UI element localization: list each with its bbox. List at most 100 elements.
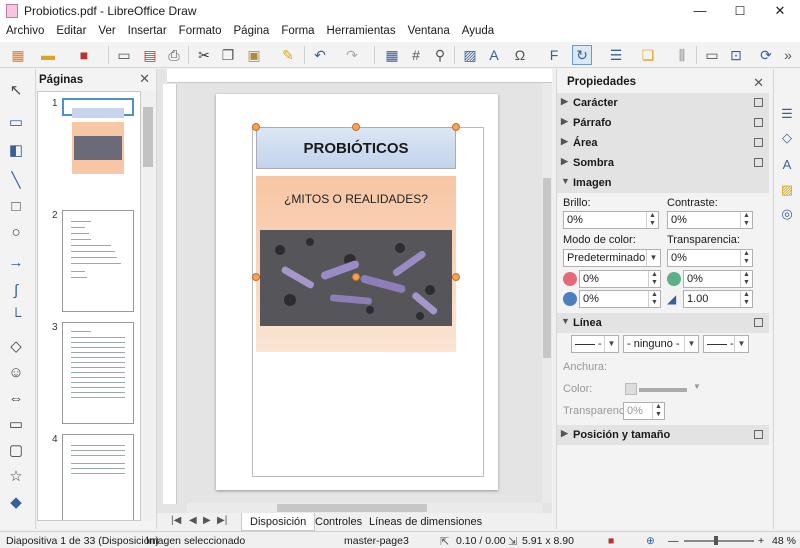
clone-formatting-icon[interactable]: ✎ [278,45,298,65]
styles-icon[interactable]: A [778,155,796,173]
pages-scrollbar[interactable] [141,91,155,521]
cut-icon[interactable]: ✂ [194,45,214,65]
insert-textbox-icon[interactable]: A [484,45,504,65]
redo-icon[interactable]: ↷ [342,45,362,65]
paste-icon[interactable]: ▣ [244,45,264,65]
export-pdf-icon[interactable]: ▤ [140,45,160,65]
crop-icon[interactable]: ⊡ [726,45,746,65]
3d-objects-icon[interactable]: ◆ [5,491,27,513]
horizontal-scrollbar[interactable] [187,503,542,513]
insert-image-icon[interactable]: ▨ [460,45,480,65]
horizontal-ruler[interactable] [167,69,552,83]
contraste-field[interactable]: 0% ▲ ▼ [667,211,753,229]
close-icon[interactable]: ✕ [139,71,150,87]
undo-icon[interactable]: ↶ [310,45,330,65]
shapes-icon[interactable]: ◇ [778,129,796,147]
rectangle-icon[interactable]: □ [5,195,27,217]
maximize-button[interactable]: ☐ [720,0,760,22]
more-tools-icon[interactable]: » [778,45,798,65]
ellipse-icon[interactable]: ○ [5,221,27,243]
menu-ver[interactable]: Ver [92,22,121,37]
new-icon[interactable]: ▦ [8,45,28,65]
section-sombra[interactable]: ▶ Sombra [557,153,769,173]
line-start-style-select[interactable]: - ▼ [571,335,619,353]
stars-icon[interactable]: ☆ [5,465,27,487]
align-icon[interactable]: ☰ [606,45,626,65]
selection-handle[interactable] [252,273,260,281]
tab-disposicion[interactable]: Disposición [241,513,316,531]
select-icon[interactable]: ↖ [5,79,27,101]
properties-icon[interactable]: ☰ [778,105,796,123]
page-thumbnail-2[interactable] [62,210,134,312]
menu-ventana[interactable]: Ventana [402,22,456,37]
distribute-icon[interactable]: ⫼ [672,45,692,65]
save-icon[interactable]: ■ [74,45,94,65]
line-end-style-select[interactable]: - ▼ [703,335,749,353]
zoom-level[interactable]: 48 % [772,535,796,547]
prev-tab-icon[interactable]: ◀ [189,515,197,526]
line-color-icon[interactable]: ▭ [5,111,27,133]
connector-icon[interactable]: └ [5,305,27,327]
section-caracter[interactable]: ▶ Carácter [557,93,769,113]
document-subtitle[interactable]: ¿MITOS O REALIDADES? [256,192,456,206]
selection-handle[interactable] [452,123,460,131]
zoom-icon[interactable]: ⚲ [430,45,450,65]
transformations-icon[interactable]: ↻ [572,45,592,65]
menu-editar[interactable]: Editar [50,22,92,37]
fit-page-icon[interactable]: ⊕ [646,535,655,547]
last-tab-icon[interactable]: ▶| [217,515,227,526]
tab-lineas-dimensiones[interactable]: Líneas de dimensiones [361,513,490,531]
menu-insertar[interactable]: Insertar [122,22,173,37]
modo-color-select[interactable]: Predeterminado ▼ [563,249,661,267]
open-icon[interactable]: ▬ [38,45,58,65]
zoom-slider[interactable] [684,540,754,542]
page-thumbnail-4[interactable] [62,434,134,520]
export-icon[interactable]: ▭ [114,45,134,65]
selection-handle[interactable] [452,273,460,281]
grid-icon[interactable]: ▦ [382,45,402,65]
zoom-in-icon[interactable]: + [758,535,764,547]
shadow-icon[interactable]: ▭ [702,45,722,65]
copy-icon[interactable]: ❐ [218,45,238,65]
selection-handle[interactable] [352,273,360,281]
flowchart-icon[interactable]: ▭ [5,413,27,435]
fill-color-icon[interactable]: ◧ [5,139,27,161]
curve-icon[interactable]: ∫ [5,279,27,301]
arrange-icon[interactable]: ❏ [638,45,658,65]
line-icon[interactable]: ╲ [5,169,27,191]
menu-herramientas[interactable]: Herramientas [321,22,402,37]
section-parrafo[interactable]: ▶ Párrafo [557,113,769,133]
document-page[interactable]: PROBIÓTICOS ¿MITOS O REALIDADES? [216,94,498,490]
vertical-scrollbar[interactable] [542,83,552,503]
special-character-icon[interactable]: Ω [510,45,530,65]
section-imagen[interactable]: ▼ Imagen [557,173,769,193]
section-area[interactable]: ▶ Área [557,133,769,153]
transparencia-field[interactable]: 0% ▲ ▼ [667,249,753,267]
blue-field[interactable]: 0% ▲ ▼ [579,290,661,308]
menu-archivo[interactable]: Archivo [0,22,50,37]
selection-handle[interactable] [352,123,360,131]
vertical-ruler[interactable] [163,84,177,504]
first-tab-icon[interactable]: |◀ [171,515,181,526]
green-field[interactable]: 0% ▲ ▼ [683,270,753,288]
section-posicion[interactable]: ▶ Posición y tamaño [557,425,769,445]
block-arrows-icon[interactable]: ⇔ [5,387,27,409]
menu-ayuda[interactable]: Ayuda [456,22,500,37]
navigator-icon[interactable]: ◎ [778,205,796,223]
close-button[interactable]: ✕ [760,0,800,22]
fontwork-icon[interactable]: F [544,45,564,65]
arrow-line-icon[interactable]: → [5,251,27,273]
snap-lines-icon[interactable]: # [406,45,426,65]
gallery-icon[interactable]: ▨ [778,181,796,199]
basic-shapes-icon[interactable]: ◇ [5,335,27,357]
callouts-icon[interactable]: ▢ [5,439,27,461]
brillo-field[interactable]: 0% ▲ ▼ [563,211,659,229]
symbol-shapes-icon[interactable]: ☺ [5,361,27,383]
toggle-extrusion-icon[interactable]: ⟳ [756,45,776,65]
page-thumbnail-1[interactable] [62,98,134,174]
menu-pagina[interactable]: Página [228,22,276,37]
next-tab-icon[interactable]: ▶ [203,515,211,526]
selection-handle[interactable] [252,123,260,131]
zoom-out-icon[interactable]: — [668,535,679,547]
page-thumbnail-3[interactable] [62,322,134,424]
